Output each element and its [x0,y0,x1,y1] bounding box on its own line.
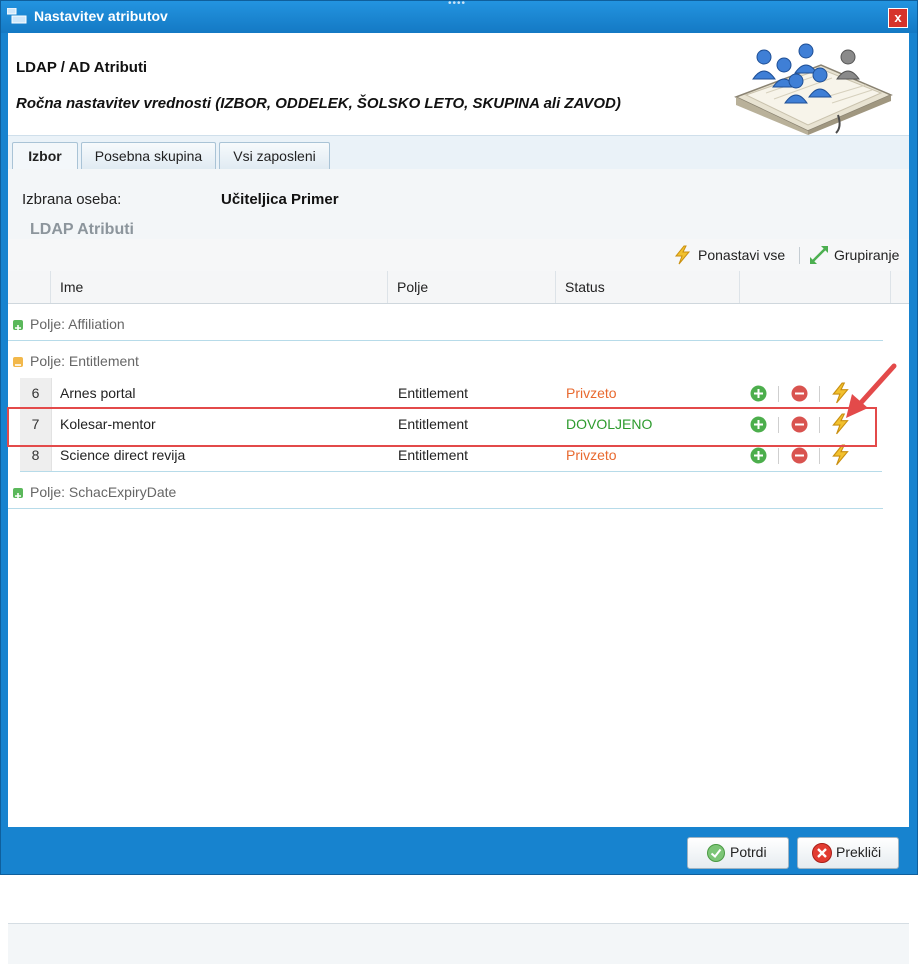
group-label: Polje: SchacExpiryDate [30,484,177,500]
tab-vsi-zaposleni[interactable]: Vsi zaposleni [219,142,330,170]
reset-lightning-icon[interactable] [830,413,852,435]
row-field: Entitlement [398,385,469,401]
group-entitlement[interactable]: Polje: Entitlement [8,345,883,377]
row-status: Privzeto [566,385,617,401]
attributes-grid: Ime Polje Status Polje: Affiliation Polj… [8,271,909,827]
action-separator [778,417,779,433]
row-number: 6 [20,378,52,409]
table-row[interactable]: 6 Arnes portal Entitlement Privzeto [20,378,882,409]
group-label: Polje: Affiliation [30,316,125,332]
selected-person-name: Učiteljica Primer [221,191,339,208]
confirm-label: Potrdi [730,844,767,860]
row-field: Entitlement [398,447,469,463]
resize-grip-icon[interactable]: •••• [448,0,466,9]
row-status: DOVOLJENO [566,416,653,432]
window-title: Nastavitev atributov [34,8,168,24]
row-number: 7 [20,409,52,440]
dialog-header: LDAP / AD Atributi Ročna nastavitev vred… [8,33,909,135]
row-number: 8 [20,440,52,471]
cancel-label: Prekliči [836,844,882,860]
row-name: Kolesar-mentor [60,416,156,432]
header-subtitle: Ročna nastavitev vrednosti (IZBOR, ODDEL… [16,95,621,112]
selected-person-label: Izbrana oseba: [22,191,122,208]
row-status: Privzeto [566,447,617,463]
group-affiliation[interactable]: Polje: Affiliation [8,308,883,341]
confirm-button[interactable]: Potrdi [687,837,789,869]
reset-all-label: Ponastavi vse [698,247,786,263]
tab-posebna-skupina[interactable]: Posebna skupina [81,142,216,170]
tab-panel: Izbrana oseba: Učiteljica Primer LDAP At… [8,169,909,964]
column-header-ime[interactable]: Ime [51,271,388,303]
title-bar[interactable]: Nastavitev atributov •••• x [1,0,917,33]
header-rownum [8,271,51,303]
expand-icon[interactable] [13,320,23,331]
cancel-x-icon [812,843,832,863]
row-name: Science direct revija [60,447,186,463]
grid-header: Ime Polje Status [8,271,909,304]
dialog-footer: Potrdi Prekliči [1,827,917,874]
column-header-actions [740,271,891,303]
tab-izbor[interactable]: Izbor [12,142,78,171]
header-title: LDAP / AD Atributi [16,59,148,76]
action-separator [778,386,779,402]
allow-icon[interactable] [750,416,767,433]
row-name: Arnes portal [60,385,136,401]
reset-lightning-icon[interactable] [830,382,852,404]
column-header-polje[interactable]: Polje [388,271,556,303]
window-app-icon [7,8,27,24]
cancel-button[interactable]: Prekliči [797,837,899,869]
deny-icon[interactable] [791,416,808,433]
users-book-icon [734,43,893,135]
column-header-status[interactable]: Status [556,271,740,303]
toolbar-separator [799,247,800,264]
group-schacexpirydate[interactable]: Polje: SchacExpiryDate [8,476,883,509]
action-separator [819,386,820,402]
allow-icon[interactable] [750,385,767,402]
table-row[interactable]: 8 Science direct revija Entitlement Priv… [20,440,882,472]
dialog-content: LDAP / AD Atributi Ročna nastavitev vred… [8,33,909,964]
close-button[interactable]: x [888,8,908,28]
allow-icon[interactable] [750,447,767,464]
grouping-label: Grupiranje [834,247,900,263]
group-label: Polje: Entitlement [30,353,139,369]
dialog-window: Nastavitev atributov •••• x LDAP / AD At… [0,0,918,964]
grid-footer-bar [8,923,909,964]
deny-icon[interactable] [791,447,808,464]
row-field: Entitlement [398,416,469,432]
lightning-icon [674,245,691,265]
action-separator [819,417,820,433]
grid-toolbar: Ponastavi vse Grupiranje [8,239,909,272]
action-separator [778,448,779,464]
deny-icon[interactable] [791,385,808,402]
collapse-icon[interactable] [13,357,23,367]
tab-strip: Izbor Posebna skupina Vsi zaposleni [8,135,909,171]
section-title: LDAP Atributi [30,221,134,238]
action-separator [819,448,820,464]
table-row[interactable]: 7 Kolesar-mentor Entitlement DOVOLJENO [20,409,882,440]
expand-arrows-icon [810,246,828,264]
expand-icon[interactable] [13,488,23,499]
check-icon [707,844,725,862]
reset-lightning-icon[interactable] [830,444,852,466]
